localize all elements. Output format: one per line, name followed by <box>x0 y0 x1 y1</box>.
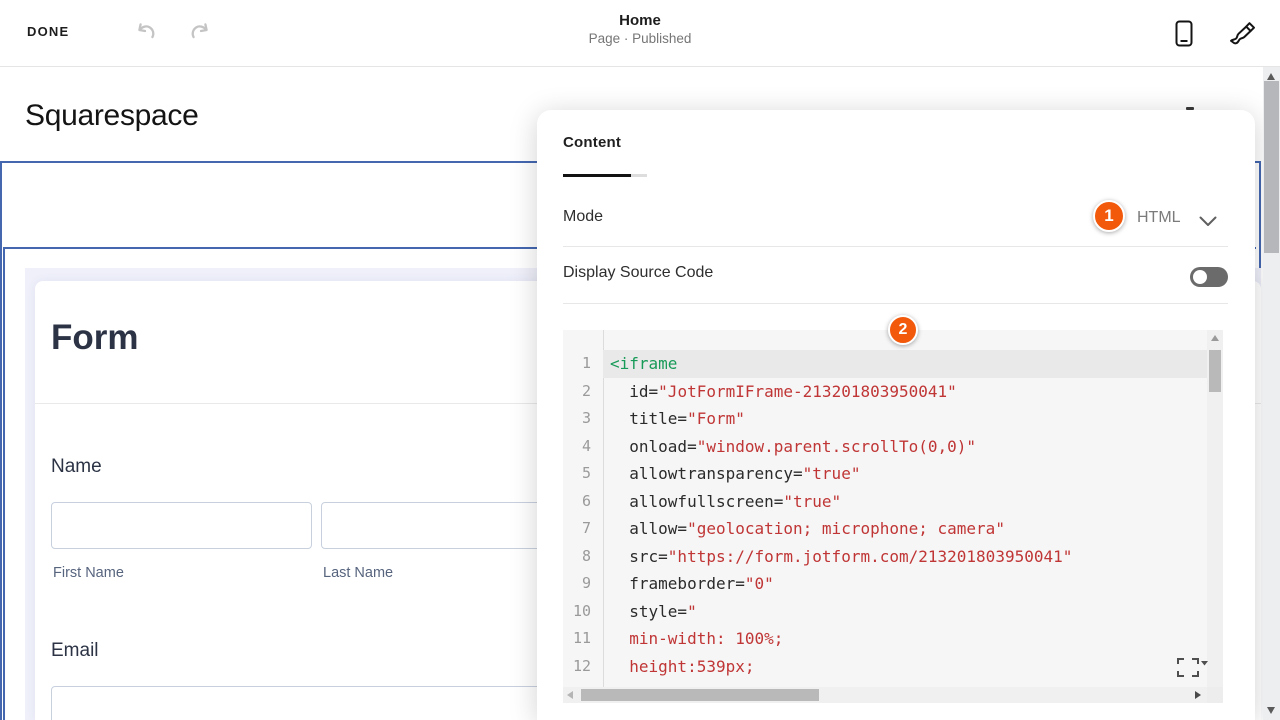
code-line: 6 allowfullscreen="true" <box>563 488 1207 516</box>
line-number: 1 <box>563 350 603 378</box>
tab-content[interactable]: Content <box>563 134 621 151</box>
code-lines: 1<iframe2 id="JotFormIFrame-213201803950… <box>563 350 1207 687</box>
display-source-code-toggle[interactable] <box>1190 267 1228 287</box>
squarespace-editor: Squarespace Form Name First Name Last Na… <box>0 0 1280 720</box>
code-line: 2 id="JotFormIFrame-213201803950041" <box>563 378 1207 406</box>
first-name-sublabel: First Name <box>53 565 124 581</box>
html-code-editor[interactable]: 1<iframe2 id="JotFormIFrame-213201803950… <box>563 330 1223 703</box>
panel-divider <box>563 303 1228 304</box>
line-number: 11 <box>563 625 603 653</box>
page-scroll-up-arrow-icon[interactable] <box>1267 73 1275 80</box>
editor-vertical-scrollbar[interactable] <box>1207 330 1223 687</box>
editor-horizontal-scrollbar[interactable] <box>563 687 1207 703</box>
vertical-scroll-thumb[interactable] <box>1209 350 1221 392</box>
scrollbar-corner <box>1207 687 1223 703</box>
line-number: 6 <box>563 488 603 516</box>
line-number: 5 <box>563 460 603 488</box>
code-line: 4 onload="window.parent.scrollTo(0,0)" <box>563 433 1207 461</box>
email-input[interactable] <box>51 686 541 720</box>
mobile-preview-button[interactable] <box>1174 20 1194 53</box>
code-line: 7 allow="geolocation; microphone; camera… <box>563 515 1207 543</box>
content-settings-panel: Content Mode 1 HTML Display Source Code … <box>537 110 1255 720</box>
code-line: 10 style=" <box>563 598 1207 626</box>
horizontal-scroll-thumb[interactable] <box>581 689 819 701</box>
page-title: Home <box>0 11 1280 30</box>
email-field-label: Email <box>51 640 99 662</box>
line-number: 9 <box>563 570 603 598</box>
code-line: 9 frameborder="0" <box>563 570 1207 598</box>
mobile-device-icon <box>1174 35 1194 52</box>
line-number: 4 <box>563 433 603 461</box>
mode-label: Mode <box>563 208 603 226</box>
toggle-knob <box>1193 270 1207 284</box>
scroll-up-arrow-icon[interactable] <box>1211 335 1219 341</box>
fullscreen-icon <box>1176 665 1209 682</box>
chevron-down-icon[interactable] <box>1199 214 1217 232</box>
line-number: 3 <box>563 405 603 433</box>
code-line: 5 allowtransparency="true" <box>563 460 1207 488</box>
editor-topbar: DONE Home Page · Published <box>0 0 1280 67</box>
name-field-label: Name <box>51 456 102 478</box>
code-line: 13 border:none;" <box>563 680 1207 687</box>
page-scrollbar[interactable] <box>1263 67 1280 720</box>
line-number: 10 <box>563 598 603 626</box>
display-source-code-label: Display Source Code <box>563 264 713 282</box>
site-styles-button[interactable] <box>1228 20 1258 53</box>
line-number: 13 <box>563 680 603 687</box>
tab-indicator-track <box>631 174 647 177</box>
code-line: 1<iframe <box>563 350 1207 378</box>
line-number: 8 <box>563 543 603 571</box>
page-scroll-thumb[interactable] <box>1264 81 1279 253</box>
line-number: 7 <box>563 515 603 543</box>
active-tab-indicator <box>563 174 631 177</box>
line-number: 12 <box>563 653 603 681</box>
code-line: 3 title="Form" <box>563 405 1207 433</box>
page-status: Page · Published <box>0 30 1280 48</box>
panel-divider <box>563 246 1228 247</box>
last-name-sublabel: Last Name <box>323 565 393 581</box>
step-badge-1: 1 <box>1093 200 1125 232</box>
paintbrush-icon <box>1228 35 1258 52</box>
line-number: 2 <box>563 378 603 406</box>
form-title: Form <box>51 318 139 358</box>
site-title: Squarespace <box>25 99 199 133</box>
step-badge-2: 2 <box>888 315 918 345</box>
page-scroll-down-arrow-icon[interactable] <box>1267 707 1275 714</box>
mode-dropdown-value[interactable]: HTML <box>1137 209 1181 227</box>
code-line: 11 min-width: 100%; <box>563 625 1207 653</box>
code-line: 12 height:539px; <box>563 653 1207 681</box>
scroll-right-arrow-icon[interactable] <box>1195 691 1201 699</box>
code-line: 8 src="https://form.jotform.com/21320180… <box>563 543 1207 571</box>
first-name-input[interactable] <box>51 502 312 549</box>
fullscreen-expand-button[interactable] <box>1176 657 1209 683</box>
scroll-left-arrow-icon[interactable] <box>567 691 573 699</box>
page-title-header[interactable]: Home Page · Published <box>0 11 1280 48</box>
